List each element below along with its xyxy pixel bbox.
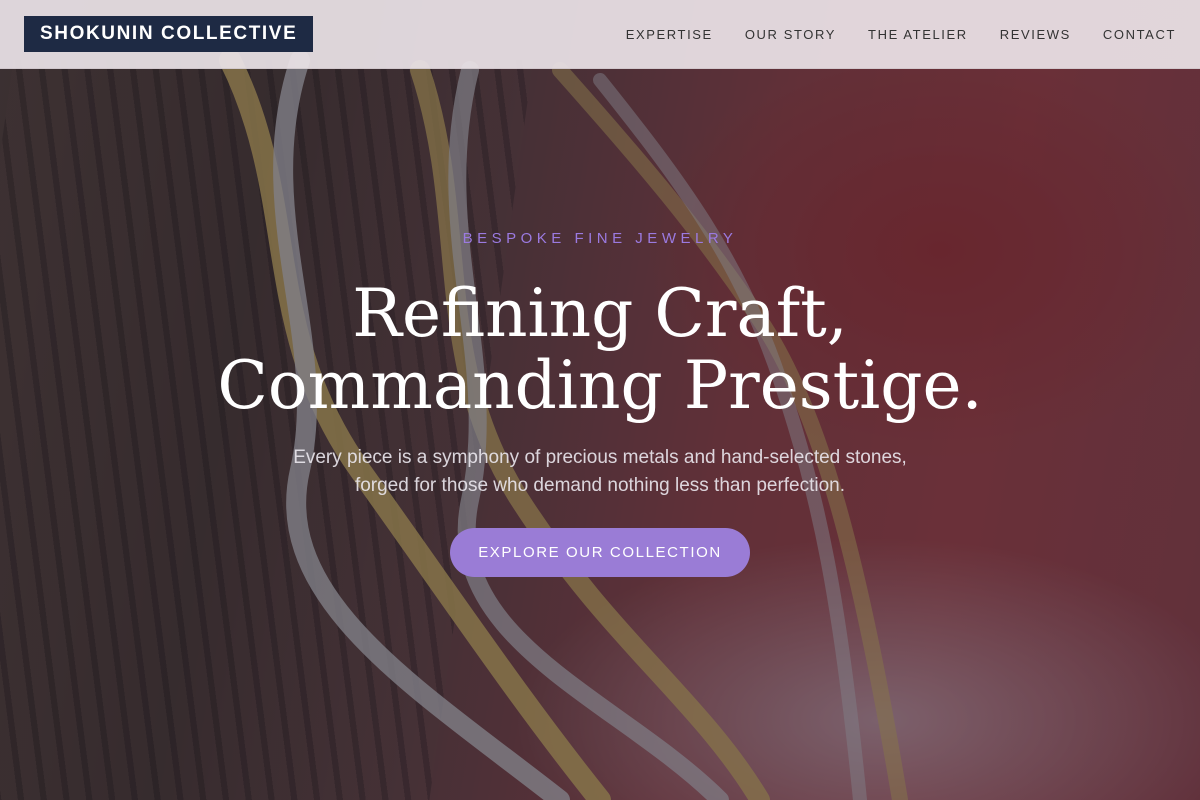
- main-nav: EXPERTISE OUR STORY THE ATELIER REVIEWS …: [626, 0, 1176, 68]
- hero-subtext: Every piece is a symphony of precious me…: [293, 447, 907, 496]
- hero-eyebrow: BESPOKE FINE JEWELRY: [462, 230, 738, 247]
- nav-link-expertise[interactable]: EXPERTISE: [626, 27, 713, 42]
- nav-link-our-story[interactable]: OUR STORY: [745, 27, 836, 42]
- hero-headline-line-2: Commanding Prestige.: [217, 347, 983, 424]
- nav-link-contact[interactable]: CONTACT: [1103, 27, 1176, 42]
- nav-link-the-atelier[interactable]: THE ATELIER: [868, 27, 968, 42]
- hero-headline: Refining Craft, Commanding Prestige.: [0, 278, 1200, 422]
- top-navigation-bar: SHOKUNIN COLLECTIVE EXPERTISE OUR STORY …: [0, 0, 1200, 69]
- hero-headline-line-1: Refining Craft,: [352, 275, 848, 352]
- hero-content: BESPOKE FINE JEWELRY Refining Craft, Com…: [0, 230, 1200, 577]
- nav-link-reviews[interactable]: REVIEWS: [1000, 27, 1071, 42]
- explore-collection-button[interactable]: EXPLORE OUR COLLECTION: [450, 528, 750, 577]
- brand-logo[interactable]: SHOKUNIN COLLECTIVE: [24, 16, 314, 52]
